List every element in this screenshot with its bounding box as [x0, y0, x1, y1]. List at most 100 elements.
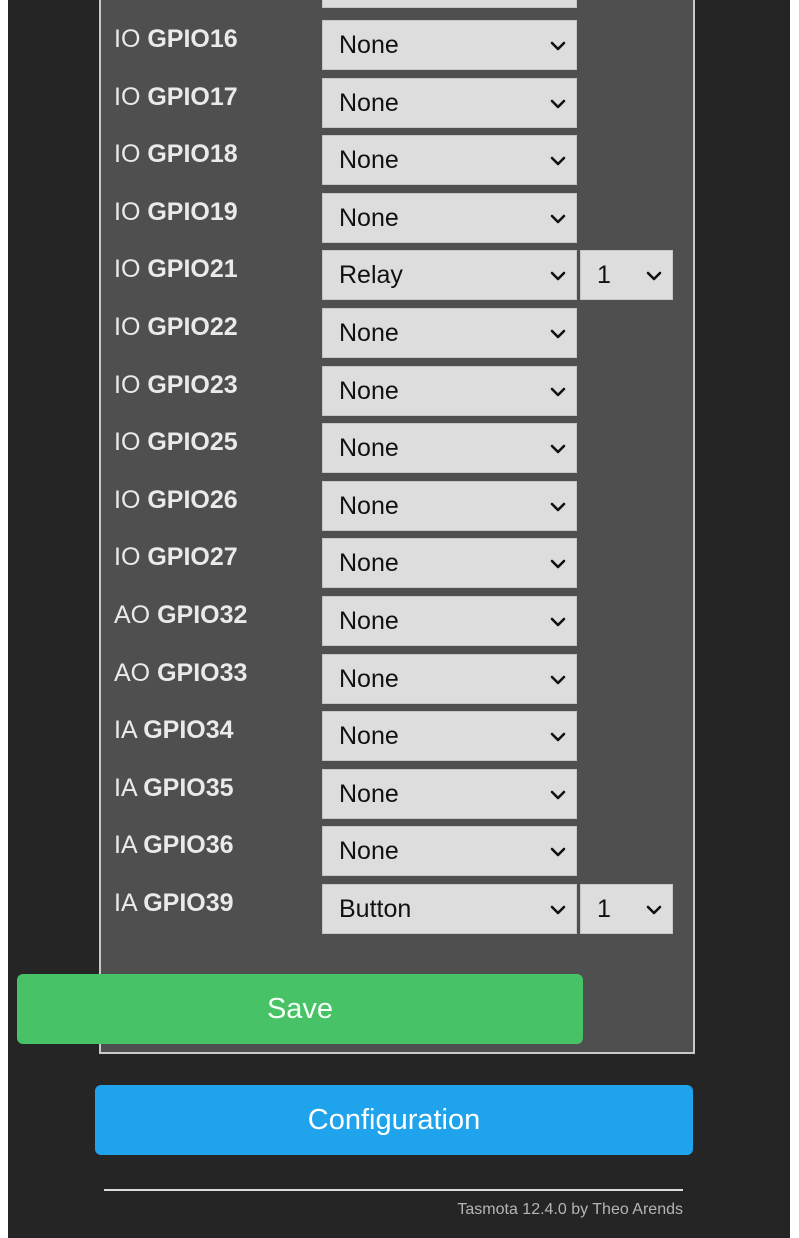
gpio-pin: GPIO18: [147, 140, 238, 169]
gpio-pin: GPIO17: [147, 82, 238, 111]
gpio-label: AO GPIO33: [114, 658, 247, 688]
gpio-function-select[interactable]: None: [322, 653, 577, 704]
gpio-prefix: IO: [114, 197, 141, 226]
gpio-prefix: AO: [114, 658, 151, 687]
gpio-function-value: None: [339, 779, 399, 808]
gpio-row: AO GPIO32 None: [101, 590, 693, 648]
gpio-prefix: IA: [114, 773, 137, 802]
gpio-row: IA GPIO34 None: [101, 705, 693, 763]
save-button[interactable]: Save: [17, 974, 583, 1044]
chevron-down-icon: [550, 211, 566, 227]
gpio-function-value: Relay: [339, 261, 403, 290]
gpio-label: IO GPIO22: [114, 312, 238, 342]
gpio-function-select[interactable]: None: [322, 595, 577, 646]
gpio-index-select[interactable]: 1: [580, 883, 673, 934]
chevron-down-icon: [550, 672, 566, 688]
page-background: IO GPIO16 None IO GPIO17 None IO GPIO18 None I…: [8, 0, 790, 1238]
footer-divider: [104, 1189, 683, 1191]
gpio-function-select[interactable]: None: [322, 365, 577, 416]
gpio-pin: GPIO34: [143, 716, 234, 745]
gpio-function-value: None: [339, 434, 399, 463]
gpio-function-value: None: [339, 722, 399, 751]
gpio-index-select[interactable]: 1: [580, 250, 673, 301]
gpio-pin: GPIO27: [147, 543, 238, 572]
gpio-prefix: IO: [114, 370, 141, 399]
gpio-prefix: AO: [114, 600, 151, 629]
gpio-prefix: IA: [114, 831, 137, 860]
gpio-function-select[interactable]: None: [322, 711, 577, 762]
chevron-down-icon: [550, 268, 566, 284]
chevron-down-icon: [550, 441, 566, 457]
chevron-down-icon: [550, 96, 566, 112]
gpio-function-select[interactable]: Button: [322, 883, 577, 934]
gpio-function-value: None: [339, 31, 399, 59]
chevron-down-icon: [550, 729, 566, 745]
gpio-row: IO GPIO22 None: [101, 302, 693, 360]
gpio-pin: GPIO36: [143, 831, 234, 860]
gpio-prefix: IA: [114, 888, 137, 917]
gpio-function-select[interactable]: Relay: [322, 250, 577, 301]
gpio-pin: GPIO35: [143, 773, 234, 802]
gpio-function-select[interactable]: None: [322, 768, 577, 819]
cut-off-select[interactable]: [322, 0, 577, 8]
gpio-function-select[interactable]: None: [322, 826, 577, 877]
gpio-row: IO GPIO16 None: [101, 14, 693, 72]
gpio-row: IO GPIO21 Relay 1: [101, 244, 693, 302]
gpio-pin: GPIO23: [147, 370, 238, 399]
gpio-label: IA GPIO34: [114, 715, 234, 745]
chevron-down-icon: [550, 844, 566, 860]
gpio-function-select[interactable]: None: [322, 192, 577, 243]
gpio-label: AO GPIO32: [114, 600, 247, 630]
gpio-prefix: IO: [114, 25, 141, 53]
gpio-row: IA GPIO36 None: [101, 820, 693, 878]
gpio-row: IO GPIO25 None: [101, 417, 693, 475]
gpio-prefix: IO: [114, 543, 141, 572]
gpio-function-select[interactable]: None: [322, 538, 577, 589]
chevron-down-icon: [646, 902, 662, 918]
gpio-label: IO GPIO19: [114, 197, 238, 227]
chevron-down-icon: [550, 614, 566, 630]
gpio-pin: GPIO16: [147, 25, 238, 53]
gpio-index-value: 1: [597, 894, 611, 923]
gpio-pin: GPIO21: [147, 255, 238, 284]
gpio-label: IO GPIO25: [114, 427, 238, 457]
gpio-index-value: 1: [597, 261, 611, 290]
gpio-prefix: IO: [114, 312, 141, 341]
gpio-pin: GPIO22: [147, 312, 238, 341]
chevron-down-icon: [550, 902, 566, 918]
chevron-down-icon: [646, 268, 662, 284]
gpio-pin: GPIO39: [143, 888, 234, 917]
gpio-function-select[interactable]: None: [322, 480, 577, 531]
gpio-function-value: None: [339, 491, 399, 520]
gpio-label: IO GPIO27: [114, 542, 238, 572]
gpio-label: IO GPIO23: [114, 370, 238, 400]
gpio-pin: GPIO32: [157, 600, 248, 629]
gpio-row: AO GPIO33 None: [101, 648, 693, 706]
gpio-prefix: IA: [114, 716, 137, 745]
chevron-down-icon: [550, 153, 566, 169]
gpio-function-value: None: [339, 146, 399, 175]
gpio-function-select[interactable]: None: [322, 77, 577, 128]
configuration-button[interactable]: Configuration: [95, 1085, 693, 1155]
footer-text: Tasmota 12.4.0 by Theo Arends: [457, 1201, 683, 1218]
gpio-row: IA GPIO39 Button 1: [101, 878, 693, 936]
gpio-pin: GPIO26: [147, 485, 238, 514]
gpio-fieldset: IO GPIO16 None IO GPIO17 None IO GPIO18 None I…: [99, 0, 695, 1054]
gpio-function-select[interactable]: None: [322, 307, 577, 358]
gpio-function-select[interactable]: None: [322, 135, 577, 186]
gpio-label: IO GPIO26: [114, 485, 238, 515]
gpio-row: IA GPIO35 None: [101, 763, 693, 821]
chevron-down-icon: [550, 556, 566, 572]
gpio-label: IA GPIO36: [114, 830, 234, 860]
chevron-down-icon: [550, 384, 566, 400]
gpio-function-select[interactable]: None: [322, 20, 577, 70]
gpio-prefix: IO: [114, 255, 141, 284]
gpio-pin: GPIO25: [147, 428, 238, 457]
gpio-label: IO GPIO17: [114, 82, 238, 112]
gpio-prefix: IO: [114, 140, 141, 169]
chevron-down-icon: [550, 499, 566, 515]
gpio-function-select[interactable]: None: [322, 423, 577, 474]
gpio-function-value: None: [339, 549, 399, 578]
gpio-function-value: None: [339, 203, 399, 232]
gpio-pin: GPIO33: [157, 658, 248, 687]
